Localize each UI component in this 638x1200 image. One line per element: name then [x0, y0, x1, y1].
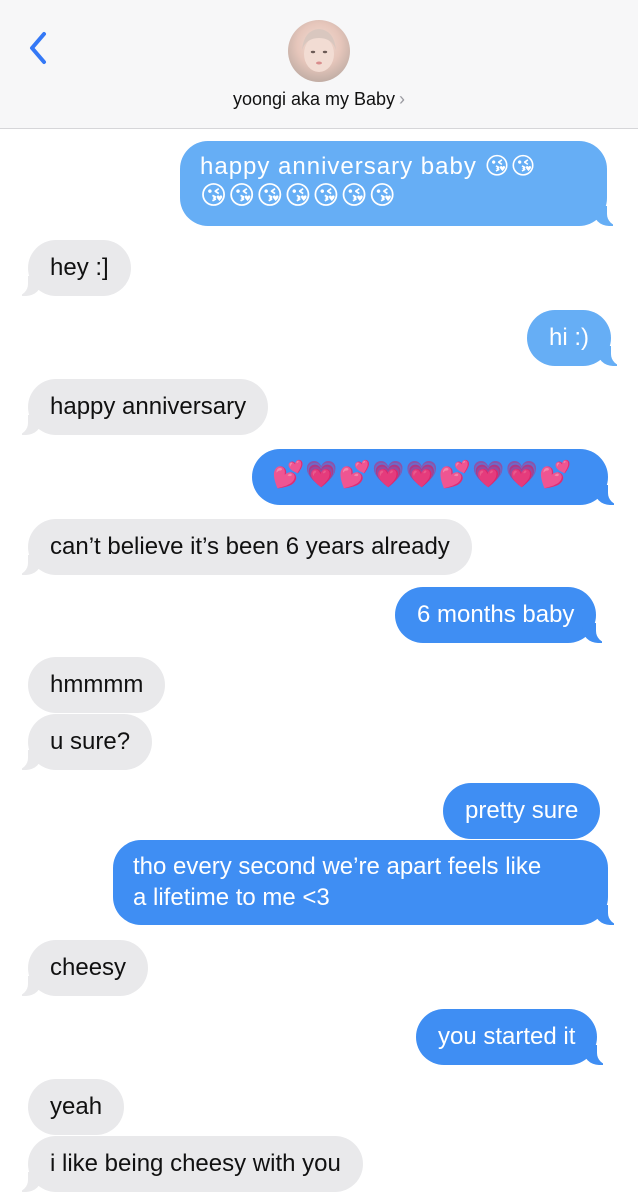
outgoing-message[interactable]: 💕💗💕💗💗💕💗💗💕	[252, 449, 622, 505]
incoming-message[interactable]: happy anniversary	[13, 379, 269, 435]
contact-avatar[interactable]	[288, 20, 350, 82]
contact-name-button[interactable]: yoongi aka my Baby ›	[0, 89, 638, 110]
message-text: 6 months baby	[417, 601, 575, 628]
outgoing-message[interactable]: happy anniversary baby 😘😘 😘😘😘😘😘😘😘	[180, 141, 621, 226]
outgoing-message[interactable]: you started it	[416, 1009, 612, 1065]
message-text: u sure?	[50, 728, 131, 755]
incoming-message[interactable]: cheesy	[13, 940, 149, 996]
message-text: cheesy	[50, 954, 127, 981]
incoming-message[interactable]: can’t believe it’s been 6 years already	[14, 519, 472, 575]
message-text: pretty sure	[465, 797, 579, 824]
message-text: hi :)	[549, 324, 590, 351]
outgoing-message[interactable]: 6 months baby	[395, 587, 611, 643]
message-text: you started it	[438, 1023, 576, 1050]
message-text: hey :]	[50, 254, 109, 281]
incoming-message[interactable]: yeah	[28, 1079, 125, 1135]
incoming-message[interactable]: hmmmm	[28, 657, 166, 713]
message-text: tho every second we’re apart feels like	[133, 853, 542, 880]
chevron-right-icon: ›	[399, 89, 406, 109]
message-text: happy anniversary	[50, 393, 247, 420]
message-text: 💕💗💕💗💗💕💗💗💕	[272, 459, 573, 489]
message-text: happy anniversary baby 😘😘	[200, 153, 537, 180]
message-text: a lifetime to me <3	[133, 884, 330, 911]
chevron-left-icon	[30, 32, 46, 64]
outgoing-message[interactable]: tho every second we’re apart feels like …	[113, 840, 622, 925]
message-text: 😘😘😘😘😘😘😘	[200, 180, 397, 210]
outgoing-message[interactable]: hi :)	[527, 310, 626, 366]
incoming-message[interactable]: hey :]	[14, 240, 131, 296]
conversation-header: yoongi aka my Baby ›	[0, 0, 638, 129]
incoming-message[interactable]: i like being cheesy with you	[14, 1136, 363, 1192]
message-text: hmmmm	[50, 671, 144, 698]
incoming-message[interactable]: u sure?	[13, 714, 153, 770]
avatar-photo	[302, 29, 336, 72]
message-text: i like being cheesy with you	[50, 1150, 341, 1177]
outgoing-message[interactable]: pretty sure	[443, 783, 601, 839]
back-button[interactable]	[22, 28, 56, 68]
contact-name: yoongi aka my Baby	[232, 89, 396, 109]
message-text: can’t believe it’s been 6 years already	[50, 533, 450, 560]
message-text: yeah	[50, 1093, 103, 1120]
